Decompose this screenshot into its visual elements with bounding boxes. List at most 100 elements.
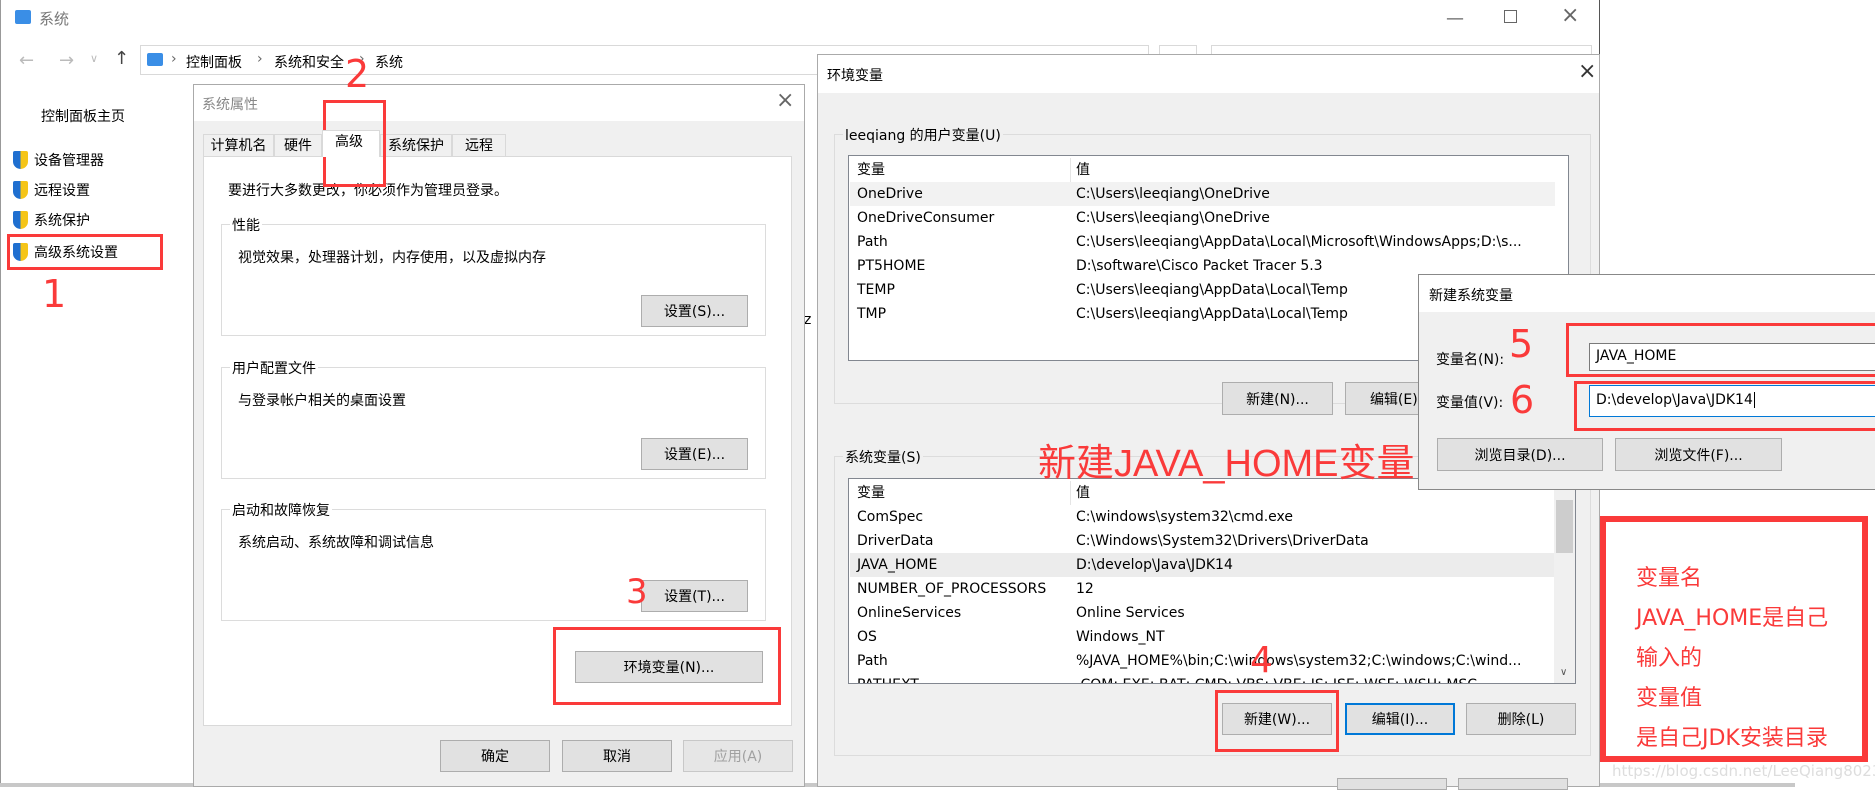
variable-name: NUMBER_OF_PROCESSORS bbox=[857, 581, 1047, 597]
browse-directory-button[interactable]: 浏览目录(D)... bbox=[1437, 438, 1603, 471]
annotation-step-6: 6 bbox=[1510, 378, 1535, 422]
cancel-button[interactable]: 取消 bbox=[562, 740, 672, 772]
startup-settings-button[interactable]: 设置(T)... bbox=[641, 580, 748, 612]
variable-name: OnlineServices bbox=[857, 605, 962, 621]
forward-arrow-icon[interactable]: → bbox=[59, 50, 74, 71]
ok-button[interactable]: 确定 bbox=[440, 740, 550, 772]
sidebar-item-label: 设备管理器 bbox=[34, 153, 104, 169]
close-button[interactable]: × bbox=[1561, 3, 1579, 28]
close-icon[interactable]: × bbox=[1578, 59, 1596, 84]
breadcrumb-control-panel[interactable]: 控制面板 bbox=[186, 52, 242, 72]
sidebar-item-device-manager[interactable]: 设备管理器 bbox=[13, 150, 104, 170]
breadcrumb-sep-icon: › bbox=[171, 51, 177, 67]
group-label: 系统变量(S) bbox=[843, 447, 923, 467]
variable-name: OS bbox=[857, 629, 877, 645]
dialog-titlebar bbox=[818, 55, 1599, 93]
annotation-step-3: 3 bbox=[626, 572, 648, 612]
variable-value: D:\software\Cisco Packet Tracer 5.3 bbox=[1076, 258, 1323, 274]
apply-button[interactable]: 应用(A) bbox=[683, 740, 793, 772]
table-row[interactable]: JAVA_HOME D:\develop\Java\JDK14 bbox=[850, 553, 1555, 577]
sidebar-item-remote[interactable]: 远程设置 bbox=[13, 180, 90, 200]
dialog-title: 系统属性 bbox=[202, 97, 258, 113]
table-row[interactable]: OS Windows_NT bbox=[850, 625, 1555, 649]
column-header-value[interactable]: 值 bbox=[1076, 158, 1090, 182]
variable-name: Path bbox=[857, 234, 888, 250]
browse-file-button[interactable]: 浏览文件(F)... bbox=[1615, 438, 1782, 471]
minimize-button[interactable]: — bbox=[1446, 8, 1464, 29]
sidebar-item-protection[interactable]: 系统保护 bbox=[13, 210, 90, 230]
variable-name: TEMP bbox=[857, 282, 895, 298]
scroll-down-icon[interactable]: ∨ bbox=[1560, 667, 1567, 678]
variable-value: C:\Windows\System32\Drivers\DriverData bbox=[1076, 533, 1369, 549]
chevron-down-icon[interactable]: ∨ bbox=[90, 52, 98, 65]
breadcrumb-security[interactable]: 系统和安全 bbox=[274, 52, 344, 72]
table-row[interactable]: NUMBER_OF_PROCESSORS 12 bbox=[850, 577, 1555, 601]
table-row[interactable]: DriverData C:\Windows\System32\Drivers\Dr… bbox=[850, 529, 1555, 553]
table-row[interactable]: Path %JAVA_HOME%\bin;C:\windows\system32;… bbox=[850, 649, 1555, 673]
close-icon[interactable]: × bbox=[776, 88, 794, 113]
tab-computer-name[interactable]: 计算机名 bbox=[203, 134, 274, 157]
table-row[interactable]: PATHEXT .COM;.EXE;.BAT;.CMD;.VBS;.VBE;.JS… bbox=[850, 673, 1555, 683]
maximize-button[interactable] bbox=[1504, 10, 1517, 23]
note-line: 是自己JDK安装目录 bbox=[1636, 726, 1828, 751]
table-row[interactable]: OneDriveConsumer C:\Users\leeqiang\OneDri… bbox=[850, 206, 1555, 230]
variable-name: JAVA_HOME bbox=[857, 557, 938, 573]
note-line: JAVA_HOME是自己 bbox=[1636, 606, 1829, 631]
column-header-variable[interactable]: 变量 bbox=[857, 158, 885, 182]
back-arrow-icon[interactable]: ← bbox=[19, 50, 34, 71]
dialog-title: 新建系统变量 bbox=[1429, 288, 1513, 304]
scrollbar-thumb[interactable] bbox=[1556, 500, 1573, 553]
tab-remote[interactable]: 远程 bbox=[452, 134, 506, 157]
system-edit-button[interactable]: 编辑(I)... bbox=[1345, 703, 1455, 735]
sidebar-home-link[interactable]: 控制面板主页 bbox=[41, 106, 125, 126]
variable-value: %JAVA_HOME%\bin;C:\windows\system32;C:\w… bbox=[1076, 653, 1522, 669]
note-line: 变量值 bbox=[1636, 686, 1703, 711]
table-row[interactable]: OnlineServices Online Services bbox=[850, 601, 1555, 625]
column-header-variable[interactable]: 变量 bbox=[857, 481, 885, 505]
group-desc: 与登录帐户相关的桌面设置 bbox=[238, 393, 406, 409]
annotation-box-4 bbox=[1215, 690, 1339, 752]
tab-hardware[interactable]: 硬件 bbox=[274, 134, 322, 157]
tab-system-protection[interactable]: 系统保护 bbox=[380, 134, 452, 157]
variable-value: Windows_NT bbox=[1076, 629, 1165, 645]
table-row[interactable]: Path C:\Users\leeqiang\AppData\Local\Micr… bbox=[850, 230, 1555, 254]
variable-value: 12 bbox=[1076, 581, 1094, 597]
annotation-box-3 bbox=[553, 627, 781, 705]
note-line: 变量名 bbox=[1636, 566, 1703, 591]
scrollbar[interactable]: ∧ ∨ bbox=[1554, 479, 1575, 683]
variable-name: TMP bbox=[857, 306, 887, 322]
dialog-title: 环境变量 bbox=[827, 68, 883, 84]
group-label: 性能 bbox=[230, 215, 262, 235]
env-cancel-button[interactable] bbox=[1458, 778, 1568, 790]
variable-name: OneDrive bbox=[857, 186, 923, 202]
annotation-box-6 bbox=[1574, 381, 1875, 431]
annotation-note-box: 变量名 JAVA_HOME是自己 输入的 变量值 是自己JDK安装目录 bbox=[1600, 516, 1868, 762]
profile-settings-button[interactable]: 设置(E)... bbox=[641, 438, 748, 470]
table-row[interactable]: ComSpec C:\windows\system32\cmd.exe bbox=[850, 505, 1555, 529]
group-desc: 视觉效果，处理器计划，内存使用，以及虚拟内存 bbox=[238, 250, 546, 266]
shield-icon bbox=[13, 151, 28, 169]
variable-value: D:\develop\Java\JDK14 bbox=[1076, 557, 1233, 573]
annotation-box-1 bbox=[7, 234, 163, 270]
variable-name: DriverData bbox=[857, 533, 934, 549]
breadcrumb-system[interactable]: 系统 bbox=[375, 52, 403, 72]
note-line: 输入的 bbox=[1636, 646, 1703, 671]
column-divider[interactable] bbox=[1070, 158, 1071, 182]
system-delete-button[interactable]: 删除(L) bbox=[1466, 703, 1576, 735]
system-variables-list[interactable]: 变量值 ComSpec C:\windows\system32\cmd.exe Dri… bbox=[848, 478, 1576, 684]
env-ok-button[interactable] bbox=[1337, 778, 1447, 790]
shield-icon bbox=[13, 211, 28, 229]
variable-name: PATHEXT bbox=[857, 673, 919, 683]
tab-advanced[interactable]: 高级 bbox=[322, 130, 380, 157]
performance-settings-button[interactable]: 设置(S)... bbox=[641, 295, 748, 327]
variable-value: Online Services bbox=[1076, 605, 1185, 621]
user-new-button[interactable]: 新建(N)... bbox=[1222, 382, 1333, 415]
table-row[interactable]: OneDrive C:\Users\leeqiang\OneDrive bbox=[850, 182, 1555, 206]
annotation-headline: 新建JAVA_HOME变量 bbox=[1038, 443, 1415, 485]
up-arrow-icon[interactable]: ↑ bbox=[114, 48, 129, 69]
annotation-step-4: 4 bbox=[1250, 640, 1273, 681]
variable-name: PT5HOME bbox=[857, 258, 926, 274]
group-desc: 系统启动、系统故障和调试信息 bbox=[238, 535, 434, 551]
variable-value: C:\Users\leeqiang\AppData\Local\Temp bbox=[1076, 282, 1348, 298]
variable-name: ComSpec bbox=[857, 509, 924, 525]
